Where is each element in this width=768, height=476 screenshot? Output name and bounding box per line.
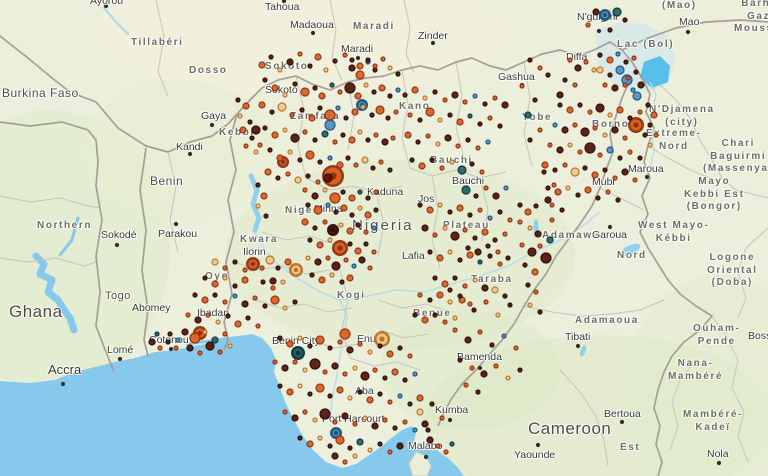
city-dot — [576, 344, 580, 348]
base-map-layer — [0, 0, 768, 476]
city-dot — [311, 31, 315, 35]
map-canvas[interactable]: Burkina FasoGhanaBeninTogoNigeriaCameroo… — [0, 0, 768, 476]
city-dot — [104, 4, 108, 8]
city-dot — [356, 56, 360, 60]
city-dot — [115, 243, 119, 247]
city-dot — [169, 347, 173, 351]
city-dot — [620, 420, 624, 424]
city-dot — [61, 382, 65, 386]
city-dot — [645, 175, 649, 179]
city-dot — [431, 41, 435, 45]
city-dot — [118, 357, 122, 361]
city-dot — [210, 123, 214, 127]
city-dot — [520, 83, 524, 87]
city-dot — [448, 418, 452, 422]
city-dot — [424, 455, 428, 459]
city-dot — [174, 222, 178, 226]
city-dot — [608, 225, 612, 229]
city-dot — [597, 29, 601, 33]
city-dot — [188, 152, 192, 156]
city-dot — [536, 443, 540, 447]
city-dot — [717, 461, 721, 465]
city-dot — [478, 366, 482, 370]
city-dot — [686, 30, 690, 34]
